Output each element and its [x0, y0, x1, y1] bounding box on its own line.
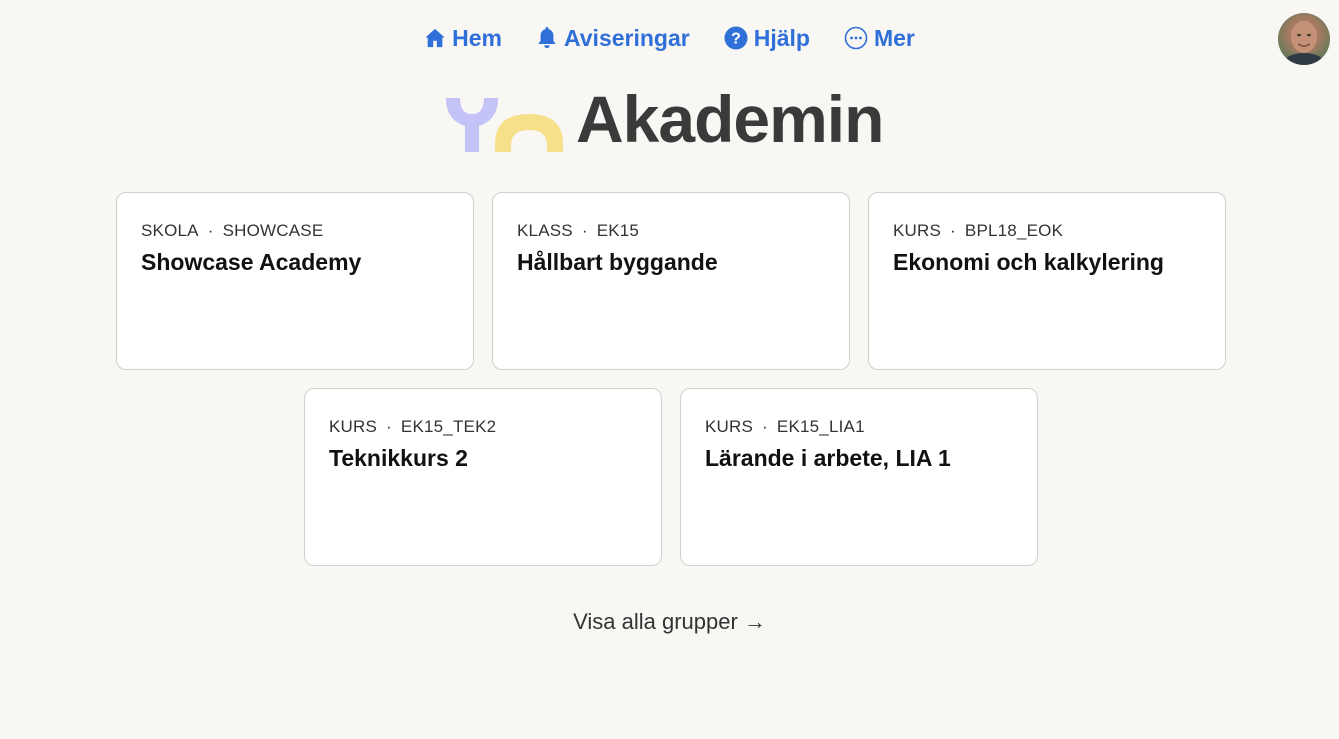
groups-grid: SKOLA · SHOWCASE Showcase Academy KLASS …: [113, 192, 1229, 584]
user-avatar[interactable]: [1278, 13, 1330, 65]
groups-row: SKOLA · SHOWCASE Showcase Academy KLASS …: [113, 192, 1229, 370]
group-type: KURS: [705, 417, 754, 436]
nav-item-mer[interactable]: Mer: [844, 23, 915, 53]
group-card[interactable]: SKOLA · SHOWCASE Showcase Academy: [116, 192, 474, 370]
group-meta: KLASS · EK15: [517, 221, 825, 241]
group-meta: KURS · EK15_TEK2: [329, 417, 637, 437]
all-groups-container: Visa alla grupper →: [0, 609, 1339, 635]
group-code: EK15_TEK2: [400, 417, 497, 436]
nav-item-label: Aviseringar: [564, 24, 690, 51]
help-circle-icon: ?: [724, 26, 748, 50]
group-code: EK15: [596, 221, 640, 240]
separator-dot-icon: ·: [386, 417, 392, 436]
akademin-logo: Akademin: [445, 92, 905, 152]
nav-item-label: Hem: [452, 24, 502, 51]
nav-item-aviseringar[interactable]: Aviseringar: [536, 23, 690, 53]
group-type: KURS: [329, 417, 378, 436]
group-meta: KURS · EK15_LIA1: [705, 417, 1013, 437]
nav-item-label: Hjälp: [753, 24, 810, 51]
group-code: SHOWCASE: [222, 221, 324, 240]
nav-item-hjalp[interactable]: ? Hjälp: [724, 23, 810, 53]
nav-item-hem[interactable]: Hem: [424, 23, 502, 53]
group-meta: SKOLA · SHOWCASE: [141, 221, 449, 241]
more-circle-icon: [844, 26, 868, 50]
group-card[interactable]: KURS · EK15_TEK2 Teknikkurs 2: [304, 388, 662, 566]
nav-menu: Hem Aviseringar ? Hjälp Mer: [0, 23, 1339, 53]
group-code: BPL18_EOK: [964, 221, 1064, 240]
group-type: KLASS: [517, 221, 573, 240]
logo-text: Akademin: [576, 92, 884, 152]
group-name: Hållbart byggande: [517, 249, 718, 275]
separator-dot-icon: ·: [762, 417, 768, 436]
group-name: Teknikkurs 2: [329, 445, 468, 471]
top-navigation: Hem Aviseringar ? Hjälp Mer: [0, 0, 1339, 76]
svg-text:?: ?: [731, 31, 741, 48]
home-icon: [424, 27, 446, 49]
separator-dot-icon: ·: [207, 221, 214, 240]
group-card[interactable]: KURS · BPL18_EOK Ekonomi och kalkylering: [868, 192, 1226, 370]
nav-item-label: Mer: [873, 24, 915, 51]
groups-row: KURS · EK15_TEK2 Teknikkurs 2 KURS · EK1…: [113, 388, 1229, 566]
group-name: Ekonomi och kalkylering: [893, 249, 1164, 275]
group-name: Showcase Academy: [141, 249, 362, 275]
group-code: EK15_LIA1: [776, 417, 865, 436]
view-all-groups-link[interactable]: Visa alla grupper →: [573, 609, 766, 634]
group-card[interactable]: KLASS · EK15 Hållbart byggande: [492, 192, 850, 370]
logo-mark-icon: [446, 98, 563, 152]
group-type: SKOLA: [141, 221, 199, 240]
separator-dot-icon: ·: [950, 221, 956, 240]
group-meta: KURS · BPL18_EOK: [893, 221, 1201, 241]
group-card[interactable]: KURS · EK15_LIA1 Lärande i arbete, LIA 1: [680, 388, 1038, 566]
group-type: KURS: [893, 221, 942, 240]
separator-dot-icon: ·: [581, 221, 588, 240]
group-name: Lärande i arbete, LIA 1: [705, 445, 951, 471]
bell-icon: [536, 26, 558, 50]
